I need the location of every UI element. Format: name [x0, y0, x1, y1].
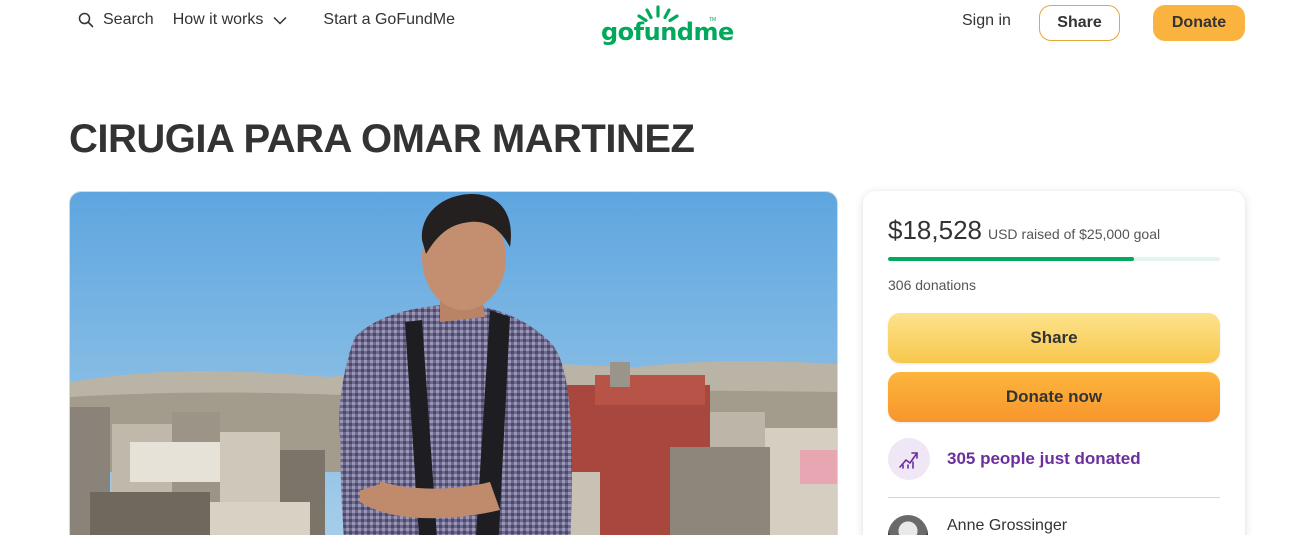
raised-amount: $18,528: [888, 215, 982, 245]
logo-trademark: TM: [709, 17, 717, 23]
recent-donations-link[interactable]: 305 people just donated: [947, 449, 1141, 469]
raised-summary: $18,528 USD raised of $25,000 goal: [888, 215, 1160, 246]
gofundme-logo[interactable]: gofundme TM: [601, 3, 734, 46]
nav-left: Search How it works Start a GoFundMe: [78, 11, 455, 29]
campaign-hero-image[interactable]: [69, 191, 838, 535]
trending-up-icon: [899, 452, 918, 469]
campaign-photo: [70, 192, 837, 535]
donation-card: $18,528 USD raised of $25,000 goal 306 d…: [863, 191, 1245, 535]
page-title: CIRUGIA PARA OMAR MARTINEZ: [69, 117, 695, 161]
donor-name: Anne Grossinger: [947, 517, 1068, 534]
share-button[interactable]: Share: [888, 313, 1220, 363]
donations-count: 306 donations: [888, 277, 976, 293]
trend-icon-badge: [888, 438, 930, 480]
avatar: [888, 515, 928, 535]
chevron-down-icon: [273, 16, 287, 25]
raised-goal-text: raised of $25,000 goal: [1021, 226, 1161, 242]
start-gofundme-link[interactable]: Start a GoFundMe: [323, 11, 455, 29]
header-share-button[interactable]: Share: [1039, 5, 1120, 41]
how-it-works-menu[interactable]: How it works: [173, 11, 288, 29]
search-link[interactable]: Search: [78, 11, 154, 29]
raised-currency: USD: [987, 226, 1018, 242]
header-donate-button[interactable]: Donate: [1153, 5, 1245, 41]
search-icon: [78, 12, 94, 28]
site-header: Search How it works Start a GoFundMe gof…: [0, 0, 1303, 46]
card-divider: [888, 497, 1220, 498]
progress-bar: [888, 257, 1220, 261]
donate-now-button[interactable]: Donate now: [888, 372, 1220, 422]
how-it-works-label: How it works: [172, 11, 264, 28]
search-label: Search: [103, 11, 154, 28]
sign-in-link[interactable]: Sign in: [962, 12, 1011, 30]
start-gofundme-label: Start a GoFundMe: [323, 11, 456, 28]
progress-fill: [888, 257, 1134, 261]
